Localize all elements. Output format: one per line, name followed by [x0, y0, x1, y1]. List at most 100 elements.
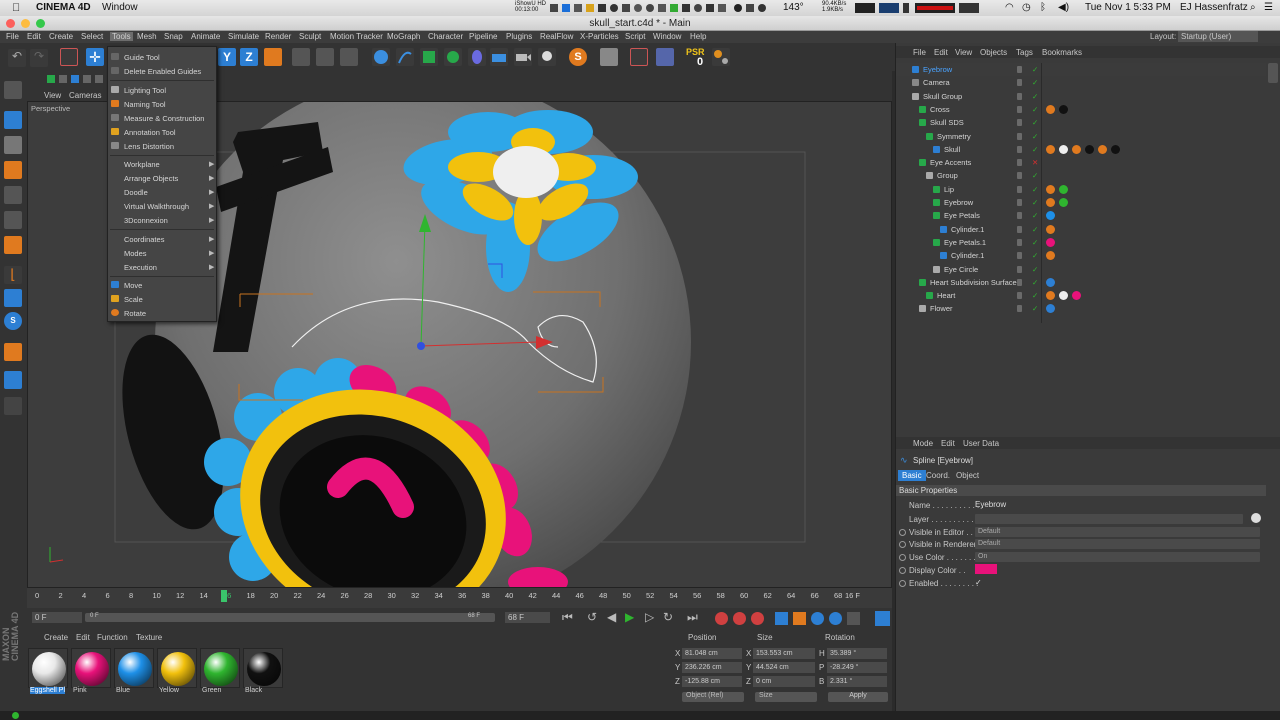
workplane-lock-icon[interactable] [4, 371, 22, 389]
mat-menu-edit[interactable]: Edit [76, 633, 90, 642]
object-tag-icon[interactable] [1046, 291, 1055, 301]
coord-mode-select[interactable]: Object (Rel) [682, 692, 744, 702]
object-tag-icon[interactable] [1046, 304, 1055, 314]
om-row[interactable]: Group ✓ [896, 169, 1266, 182]
edges-mode-icon[interactable] [4, 211, 22, 229]
menu-item-delete-enabled-guides[interactable]: Delete Enabled Guides [124, 67, 201, 76]
frame-range-slider[interactable]: 0 F 68 F [85, 613, 495, 622]
enable-toggle-icon[interactable]: ✓ [1032, 171, 1038, 180]
visibility-toggle-icon[interactable] [1017, 132, 1022, 140]
object-name[interactable]: Group [937, 171, 958, 180]
material-name[interactable]: Yellow [159, 687, 179, 694]
points-mode-icon[interactable] [4, 186, 22, 204]
live-selection-icon[interactable] [60, 48, 78, 66]
rotation-field[interactable]: 2.331 ° [827, 676, 887, 687]
enable-toggle-icon[interactable]: ✓ [1032, 198, 1038, 207]
menu-item-coordinates[interactable]: Coordinates [124, 235, 164, 244]
menu-tools[interactable]: Tools [110, 32, 133, 41]
user-name[interactable]: EJ Hassenfratz [1180, 2, 1248, 13]
menu-item-annotation-tool[interactable]: Annotation Tool [124, 128, 176, 137]
visibility-toggle-icon[interactable] [1017, 225, 1022, 233]
enable-toggle-icon[interactable]: ✓ [1032, 132, 1038, 141]
material-swatch[interactable] [28, 648, 68, 688]
enable-toggle-icon[interactable]: ✓ [1032, 211, 1038, 220]
keyframe-selection-icon[interactable] [751, 612, 764, 625]
layer-picker-icon[interactable] [1251, 513, 1261, 523]
enable-toggle-icon[interactable]: ✓ [1032, 65, 1038, 74]
menu-mesh[interactable]: Mesh [137, 32, 157, 41]
visibility-toggle-icon[interactable] [1017, 252, 1022, 260]
world-coordinates-icon[interactable] [264, 48, 282, 66]
mat-menu-create[interactable]: Create [44, 633, 68, 642]
tweak-mode-icon[interactable] [4, 289, 22, 307]
object-tag-icon[interactable] [1098, 144, 1107, 154]
menu-item-rotate[interactable]: Rotate [124, 309, 146, 318]
key-rotation-icon[interactable] [811, 612, 824, 625]
anim-dot-icon[interactable] [899, 580, 906, 587]
menu-window[interactable]: Window [653, 32, 681, 41]
om-row[interactable]: Eye Circle ✓ [896, 263, 1266, 276]
object-name[interactable]: Heart Subdivision Surface [930, 278, 1017, 287]
visibility-toggle-icon[interactable] [1017, 119, 1022, 127]
object-name[interactable]: Eye Circle [944, 265, 978, 274]
object-tag-icon[interactable] [1046, 144, 1055, 154]
viewport-menu-view[interactable]: View [44, 91, 61, 100]
y-axis-lock-icon[interactable]: Y [218, 48, 236, 66]
enable-toggle-icon[interactable]: ✓ [1032, 265, 1038, 274]
apple-icon[interactable]:  [12, 2, 20, 14]
object-tag-icon[interactable] [1059, 104, 1068, 114]
om-row[interactable]: Eye Accents ✕ [896, 156, 1266, 169]
object-name[interactable]: Cylinder.1 [951, 251, 984, 260]
visibility-toggle-icon[interactable] [1017, 185, 1022, 193]
object-tag-icon[interactable] [1046, 184, 1055, 194]
menu-simulate[interactable]: Simulate [228, 32, 259, 41]
enable-toggle-icon[interactable]: ✓ [1032, 251, 1038, 260]
material-swatch[interactable] [243, 648, 283, 688]
visibility-toggle-icon[interactable] [1017, 292, 1022, 300]
apply-button[interactable]: Apply [828, 692, 888, 702]
object-tag-icon[interactable] [1046, 211, 1055, 221]
object-tag-icon[interactable] [1059, 291, 1068, 301]
deformer-icon[interactable] [468, 48, 486, 66]
clock[interactable]: Tue Nov 1 5:33 PM [1085, 2, 1171, 13]
object-tag-icon[interactable] [1046, 198, 1055, 207]
timeline-playhead[interactable] [221, 590, 227, 602]
start-frame-field[interactable]: 0 F [32, 612, 82, 623]
play-icon[interactable]: ▶ [625, 610, 634, 624]
material-swatch[interactable] [114, 648, 154, 688]
zoom-window-button[interactable] [36, 19, 45, 28]
object-name[interactable]: Heart [937, 291, 955, 300]
snap-icon[interactable]: S [4, 312, 22, 330]
om-row[interactable]: Symmetry ✓ [896, 130, 1266, 143]
material-swatch[interactable] [200, 648, 240, 688]
om-menu-tags[interactable]: Tags [1016, 48, 1033, 57]
camera-icon[interactable] [514, 48, 532, 66]
attr-enabled-checkbox[interactable]: ✓ [975, 578, 982, 587]
app-name[interactable]: CINEMA 4D [36, 2, 91, 13]
om-menu-edit[interactable]: Edit [934, 48, 948, 57]
go-to-start-icon[interactable]: ⏮ [562, 610, 573, 625]
am-menu-user-data[interactable]: User Data [963, 439, 999, 448]
polygons-mode-icon[interactable] [4, 236, 22, 254]
record-key-icon[interactable] [715, 612, 728, 625]
menu-help[interactable]: Help [690, 32, 706, 41]
om-row[interactable]: Eye Petals.1 ✓ [896, 236, 1266, 249]
om-menu-bookmarks[interactable]: Bookmarks [1042, 48, 1082, 57]
z-axis-lock-icon[interactable]: Z [240, 48, 258, 66]
swap-icon[interactable] [712, 48, 730, 66]
material-swatch[interactable] [157, 648, 197, 688]
menu-script[interactable]: Script [625, 32, 645, 41]
visibility-toggle-icon[interactable] [1017, 265, 1022, 273]
am-tab-coord[interactable]: Coord. [926, 471, 950, 480]
go-to-end-icon[interactable]: ⏭ [687, 610, 698, 625]
object-tag-icon[interactable] [1072, 291, 1081, 301]
enable-toggle-icon[interactable]: ✓ [1032, 278, 1038, 287]
object-tag-icon[interactable] [1046, 277, 1055, 287]
enable-toggle-icon[interactable]: ✓ [1032, 291, 1038, 300]
object-tag-icon[interactable] [1046, 237, 1055, 247]
object-name[interactable]: Eye Accents [930, 158, 971, 167]
workplane-mode-icon[interactable] [4, 161, 22, 179]
menu-animate[interactable]: Animate [191, 32, 220, 41]
menu-create[interactable]: Create [49, 32, 73, 41]
menu-item-doodle[interactable]: Doodle [124, 188, 148, 197]
